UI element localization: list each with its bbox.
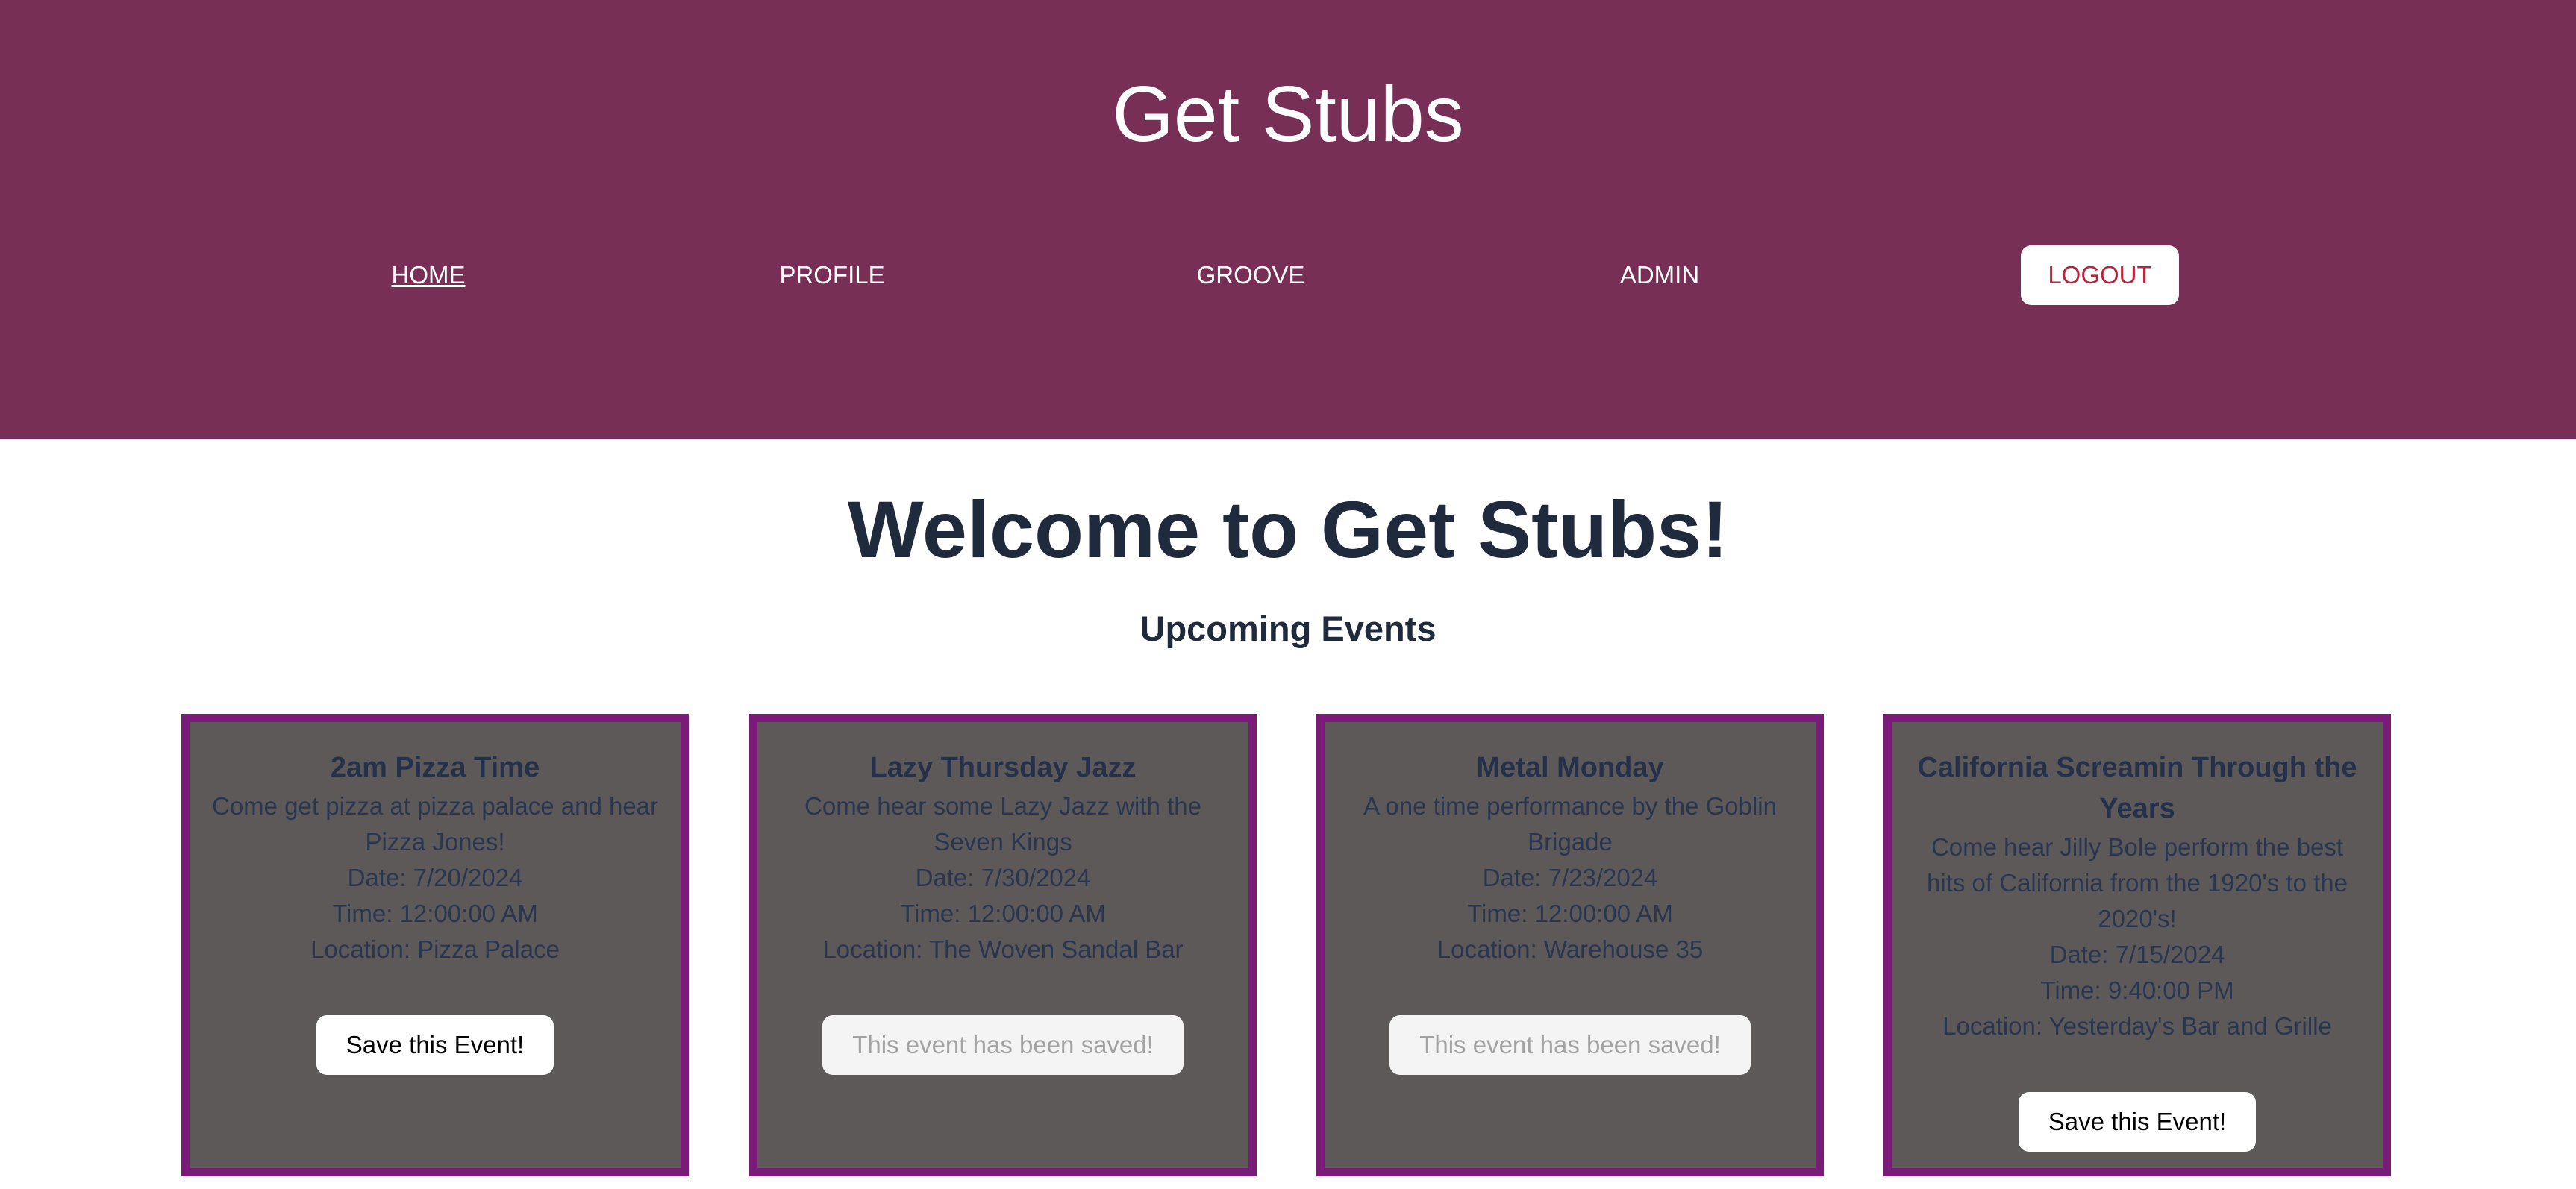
event-title: Metal Monday [1476, 752, 1664, 783]
event-description: Come hear some Lazy Jazz with the Seven … [804, 792, 1201, 856]
event-card-jazz: Lazy Thursday Jazz Come hear some Lazy J… [749, 714, 1257, 1176]
event-title: Lazy Thursday Jazz [869, 752, 1137, 783]
event-card-california: California Screamin Through the Years Co… [1883, 714, 2391, 1176]
event-title: California Screamin Through the Years [1917, 752, 2357, 824]
event-date: Date: 7/20/2024 [347, 864, 523, 891]
welcome-heading: Welcome to Get Stubs! [847, 484, 1729, 574]
event-description: Come get pizza at pizza palace and hear … [211, 792, 659, 856]
event-saved-button[interactable]: This event has been saved! [1389, 1015, 1751, 1075]
event-location: Location: Warehouse 35 [1437, 935, 1704, 963]
event-date: Date: 7/15/2024 [2049, 941, 2225, 968]
event-description: Come hear Jilly Bole perform the best hi… [1927, 833, 2348, 932]
save-event-button[interactable]: Save this Event! [316, 1015, 554, 1075]
event-time: Time: 12:00:00 AM [1467, 900, 1673, 927]
save-event-button[interactable]: Save this Event! [2018, 1092, 2257, 1152]
event-time: Time: 12:00:00 AM [900, 900, 1106, 927]
event-time: Time: 9:40:00 PM [2040, 976, 2234, 1004]
event-card-metal: Metal Monday A one time performance by t… [1316, 714, 1824, 1176]
event-description: A one time performance by the Goblin Bri… [1363, 792, 1777, 856]
event-location: Location: The Woven Sandal Bar [822, 935, 1184, 963]
nav-admin-link[interactable]: ADMIN [1620, 257, 1699, 293]
nav-groove-link[interactable]: GROOVE [1197, 257, 1305, 293]
event-saved-button[interactable]: This event has been saved! [822, 1015, 1184, 1075]
nav-profile-link[interactable]: PROFILE [779, 257, 884, 293]
nav-home-link[interactable]: HOME [392, 257, 466, 293]
event-time: Time: 12:00:00 AM [332, 900, 538, 927]
event-title: 2am Pizza Time [330, 752, 540, 783]
logout-button[interactable]: LOGOUT [2021, 245, 2179, 305]
upcoming-events-heading: Upcoming Events [1139, 609, 1437, 648]
event-location: Location: Pizza Palace [310, 935, 560, 963]
event-location: Location: Yesterday's Bar and Grille [1942, 1012, 2332, 1040]
event-date: Date: 7/30/2024 [915, 864, 1091, 891]
site-title: Get Stubs [1112, 70, 1464, 158]
event-date: Date: 7/23/2024 [1482, 864, 1658, 891]
event-card-pizza: 2am Pizza Time Come get pizza at pizza p… [181, 714, 689, 1176]
site-header: Get Stubs HOME PROFILE GROOVE ADMIN LOGO… [0, 0, 2576, 439]
